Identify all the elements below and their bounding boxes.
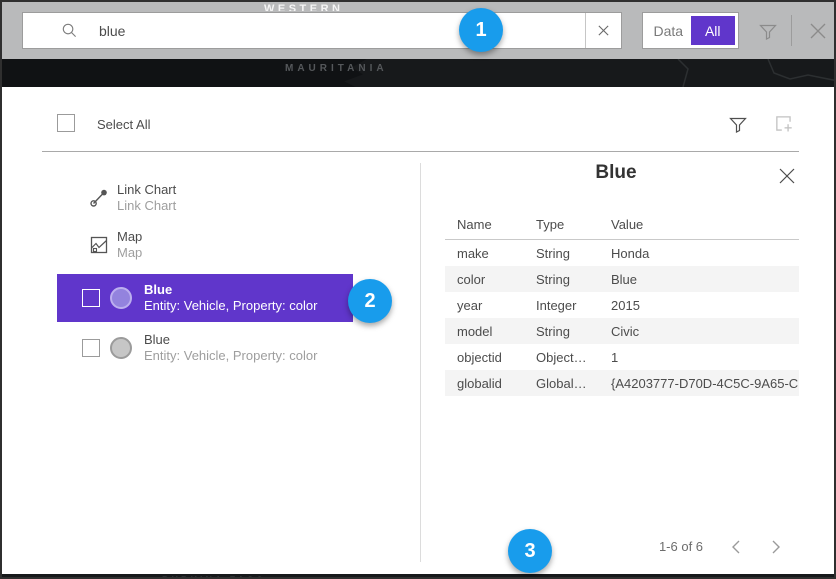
cell-type: Global…	[524, 376, 599, 391]
cell-value: Civic	[599, 324, 799, 339]
chevron-left-icon	[730, 539, 742, 555]
detail-title: Blue	[436, 162, 796, 184]
column-header-name: Name	[445, 217, 524, 232]
app-window: WESTERN Data All	[0, 0, 836, 579]
property-table: Name Type Value make String Honda color …	[445, 210, 799, 396]
chevron-right-icon	[770, 539, 782, 555]
panel-filter-button[interactable]	[726, 112, 750, 136]
result-subtitle: Entity: Vehicle, Property: color	[144, 298, 317, 314]
map-label-mauritania: MAURITANIA	[285, 63, 388, 74]
callout-2: 2	[348, 279, 392, 323]
result-item-blue-selected[interactable]: Blue Entity: Vehicle, Property: color	[57, 274, 353, 322]
table-body: make String Honda color String Blue year…	[445, 240, 799, 396]
result-subtitle: Map	[117, 245, 142, 261]
link-chart-icon	[89, 188, 109, 208]
result-title: Map	[117, 229, 142, 245]
list-detail-divider	[420, 163, 421, 562]
cell-value: Honda	[599, 246, 799, 261]
callout-3: 3	[508, 529, 552, 573]
result-subtitle: Link Chart	[117, 198, 176, 214]
map-background: MAURITANIA	[2, 59, 836, 87]
cell-name: year	[445, 298, 524, 313]
pagination-prev-button[interactable]	[722, 533, 750, 561]
close-x-icon	[778, 167, 796, 185]
callout-1: 1	[459, 8, 503, 52]
cell-value: 1	[599, 350, 799, 365]
toolbar-filter-button[interactable]	[753, 16, 783, 46]
cell-type: Object…	[524, 350, 599, 365]
cell-value: {A4203777-D70D-4C5C-9A65-C…	[599, 376, 799, 391]
cell-name: model	[445, 324, 524, 339]
table-row: objectid Object… 1	[445, 344, 799, 370]
map-label-western: WESTERN	[264, 2, 344, 11]
filter-funnel-icon	[758, 21, 778, 41]
column-header-value: Value	[599, 217, 799, 232]
result-title: Blue	[144, 332, 317, 348]
cell-value: Blue	[599, 272, 799, 287]
search-results-panel: Select All Link Chart Link Cha	[6, 87, 834, 574]
cell-type: String	[524, 272, 599, 287]
cell-name: make	[445, 246, 524, 261]
map-label-south: BURKINA FASO	[162, 575, 266, 579]
pagination-next-button[interactable]	[762, 533, 790, 561]
toolbar-close-button[interactable]	[802, 16, 834, 46]
table-row: year Integer 2015	[445, 292, 799, 318]
search-box[interactable]	[22, 12, 622, 49]
cell-name: globalid	[445, 376, 524, 391]
cell-name: objectid	[445, 350, 524, 365]
close-x-icon	[807, 20, 829, 42]
search-input[interactable]	[78, 13, 585, 48]
result-title: Blue	[144, 282, 317, 298]
result-subtitle: Entity: Vehicle, Property: color	[144, 348, 317, 364]
map-boundary-lines	[538, 59, 836, 87]
result-item-link-chart[interactable]: Link Chart Link Chart	[57, 175, 353, 221]
cell-type: String	[524, 246, 599, 261]
column-header-type: Type	[524, 217, 599, 232]
map-icon	[89, 235, 109, 255]
cell-name: color	[445, 272, 524, 287]
clear-search-button[interactable]	[585, 13, 621, 48]
table-row: model String Civic	[445, 318, 799, 344]
result-item-blue[interactable]: Blue Entity: Vehicle, Property: color	[57, 324, 353, 372]
cell-value: 2015	[599, 298, 799, 313]
clear-x-icon	[597, 24, 610, 37]
map-background-bottom: BURKINA FASO	[2, 574, 836, 579]
search-scope-toggle: Data All	[642, 12, 739, 49]
table-row: make String Honda	[445, 240, 799, 266]
result-item-map[interactable]: Map Map	[57, 222, 353, 268]
cell-type: String	[524, 324, 599, 339]
scope-all-button[interactable]: All	[691, 16, 736, 45]
detail-close-button[interactable]	[774, 163, 800, 189]
select-all-label: Select All	[97, 117, 150, 132]
cell-type: Integer	[524, 298, 599, 313]
entity-dot-icon	[110, 287, 132, 309]
scope-data-button[interactable]: Data	[646, 16, 691, 45]
result-checkbox[interactable]	[82, 289, 100, 307]
pagination-label: 1-6 of 6	[646, 539, 716, 554]
select-all-checkbox[interactable]	[57, 114, 75, 132]
toolbar-divider	[791, 15, 792, 46]
search-icon	[61, 22, 78, 39]
table-header-row: Name Type Value	[445, 210, 799, 240]
table-row: globalid Global… {A4203777-D70D-4C5C-9A6…	[445, 370, 799, 396]
result-checkbox[interactable]	[82, 339, 100, 357]
search-toolbar: WESTERN Data All	[2, 2, 836, 59]
result-title: Link Chart	[117, 182, 176, 198]
entity-dot-icon	[110, 337, 132, 359]
filter-funnel-icon	[728, 114, 748, 134]
table-row: color String Blue	[445, 266, 799, 292]
add-selection-icon	[773, 113, 795, 135]
header-divider	[42, 151, 799, 152]
add-to-selection-button[interactable]	[770, 110, 798, 138]
